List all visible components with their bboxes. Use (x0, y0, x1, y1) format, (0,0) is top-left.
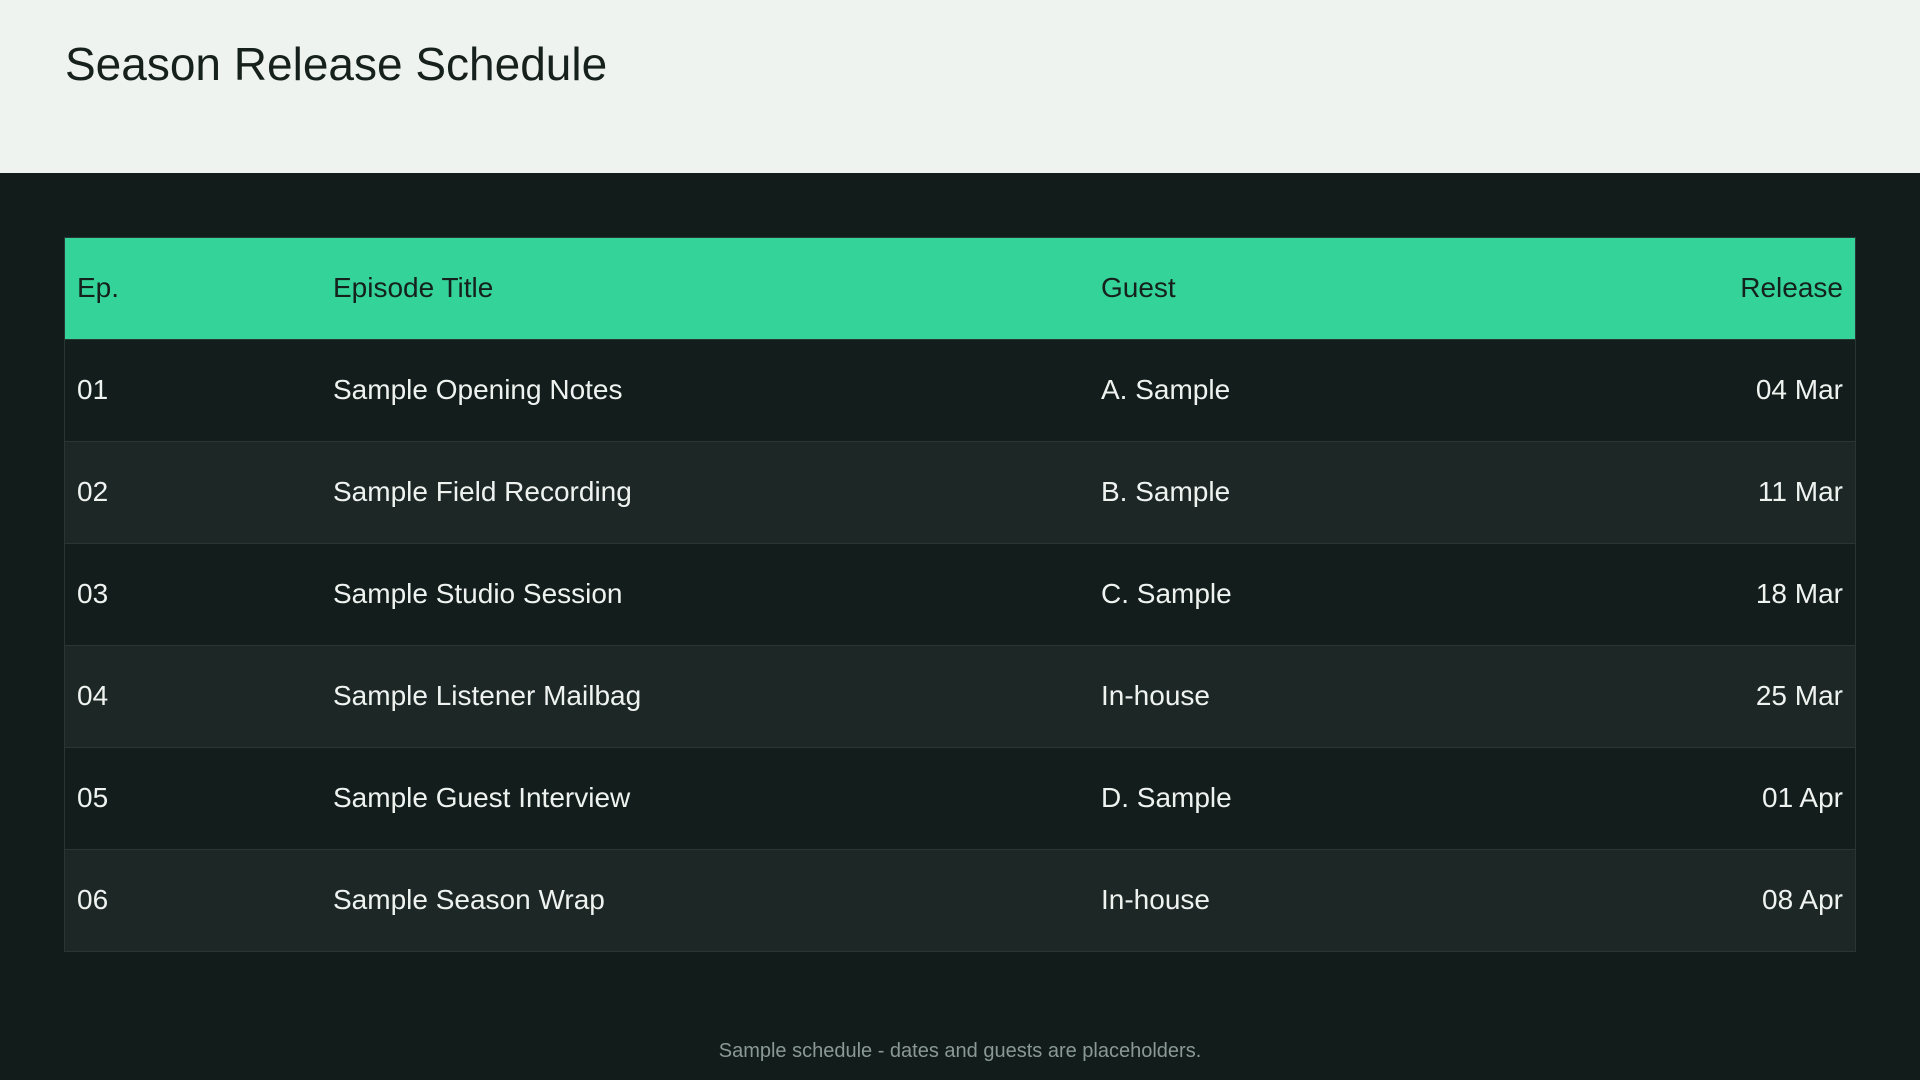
episode-title: Sample Guest Interview (333, 782, 631, 813)
episode-release: 25 Mar (1755, 680, 1843, 711)
episode-release: 01 Apr (1762, 782, 1843, 813)
table-row: 03 Sample Studio Session C. Sample 18 Ma… (65, 543, 1855, 645)
episode-release: 08 Apr (1762, 884, 1843, 916)
episode-guest: C. Sample (1101, 578, 1232, 609)
table-row: 04 Sample Listener Mailbag In-house 25 M… (65, 645, 1855, 747)
episode-title: Sample Opening Notes (333, 374, 623, 405)
episode-number: 01 (77, 374, 109, 405)
episode-guest: D. Sample (1101, 782, 1232, 813)
episode-number: 04 (77, 680, 109, 711)
column-header-title: Episode Title (333, 272, 494, 304)
episode-number: 02 (77, 476, 109, 507)
page-header: Season Release Schedule (0, 0, 1920, 173)
episode-number: 06 (77, 884, 109, 916)
table-header-row: Ep. Episode Title Guest Release (65, 238, 1855, 339)
episode-title: Sample Listener Mailbag (333, 680, 642, 711)
episode-title: Sample Field Recording (333, 476, 632, 507)
table-row: 06 Sample Season Wrap In-house 08 Apr (65, 849, 1855, 951)
episode-guest: B. Sample (1101, 476, 1231, 507)
page-title: Season Release Schedule (65, 38, 608, 90)
episode-release: 11 Mar (1757, 476, 1843, 507)
episode-title: Sample Season Wrap (333, 884, 605, 916)
column-header-release: Release (1740, 272, 1843, 304)
episode-title: Sample Studio Session (333, 578, 623, 609)
footnote: Sample schedule - dates and guests are p… (718, 1040, 1202, 1062)
table-row: 02 Sample Field Recording B. Sample 11 M… (65, 441, 1855, 543)
episode-number: 05 (77, 782, 109, 813)
episode-number: 03 (77, 578, 109, 609)
schedule-table: Ep. Episode Title Guest Release 01 Sampl… (65, 238, 1855, 951)
column-header-guest: Guest (1101, 272, 1176, 304)
episode-release: 18 Mar (1755, 578, 1843, 609)
table-row: 01 Sample Opening Notes A. Sample 04 Mar (65, 339, 1855, 441)
column-header-episode: Ep. (77, 272, 120, 304)
table-row: 05 Sample Guest Interview D. Sample 01 A… (65, 747, 1855, 849)
episode-guest: In-house (1101, 680, 1210, 711)
episode-guest: A. Sample (1101, 374, 1231, 405)
schedule-table-container: Ep. Episode Title Guest Release 01 Sampl… (64, 237, 1856, 952)
episode-guest: In-house (1101, 884, 1210, 916)
episode-release: 04 Mar (1755, 374, 1843, 405)
